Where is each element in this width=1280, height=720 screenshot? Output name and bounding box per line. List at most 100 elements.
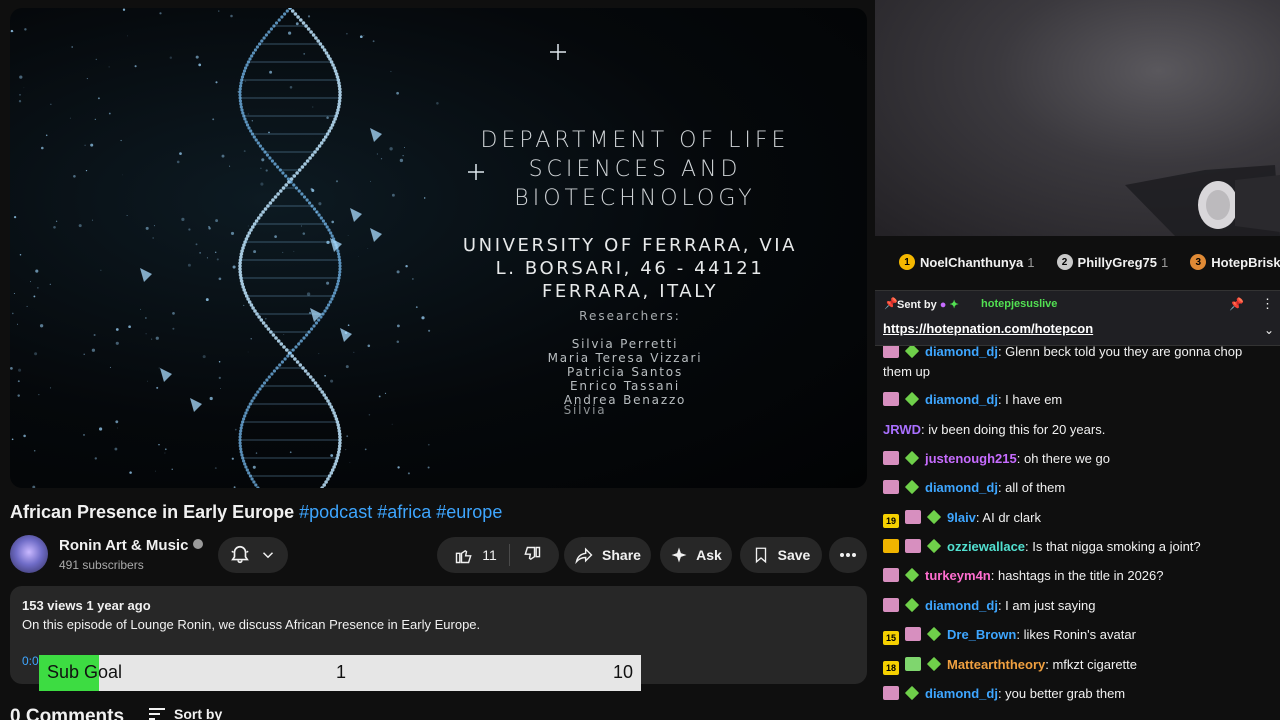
chat-username[interactable]: JRWD: [883, 422, 921, 437]
crown-badge-icon: [883, 539, 899, 553]
diamond-badge-icon: [904, 597, 920, 613]
researcher-name: Maria Teresa Vizzari: [547, 351, 703, 365]
verified-icon: [193, 539, 204, 549]
chat-message: diamond_dj: all of them: [883, 478, 1275, 498]
gift-leaderboard: 1 NoelChanthunya 1 2 PhillyGreg75 1 3 HotepBris…: [875, 248, 1280, 276]
thumbs-up-icon: [456, 549, 472, 564]
chat-username[interactable]: Mattearththeory: [947, 657, 1045, 672]
pinned-username[interactable]: hotepjesuslive: [981, 298, 1057, 310]
channel-name-text[interactable]: Ronin Art & Music: [59, 537, 188, 554]
ask-button[interactable]: Ask: [660, 537, 732, 573]
slide-line: FERRARA, ITALY: [541, 281, 719, 302]
chat-text: : I am just saying: [997, 598, 1096, 613]
video-title: African Presence in Early Europe #podcas…: [10, 502, 502, 523]
sort-by-label: Sort by: [174, 706, 223, 720]
chat-username[interactable]: diamond_dj: [925, 346, 998, 359]
diamond-badge-icon: [904, 479, 920, 495]
pinned-link[interactable]: https://hotepnation.com/hotepcon: [883, 321, 1093, 336]
chat-username[interactable]: diamond_dj: [925, 480, 998, 495]
chat-message: JRWD: iv been doing this for 20 years.: [883, 420, 1275, 440]
diamond-badge-icon: [904, 685, 920, 701]
chat-username[interactable]: diamond_dj: [925, 598, 998, 613]
diamond-badge-icon: [904, 450, 920, 466]
chat-username[interactable]: diamond_dj: [925, 686, 998, 701]
comments-count: 0 Comments: [10, 706, 125, 720]
pinned-user-badge-icon: ✦: [949, 299, 959, 311]
leaderboard-username: PhillyGreg75: [1077, 254, 1158, 270]
slide-researchers-label: Researchers:: [579, 309, 681, 323]
chat-username[interactable]: justenough215: [925, 451, 1017, 466]
chat-username[interactable]: diamond_dj: [925, 392, 998, 407]
chevron-down-icon: [262, 552, 274, 559]
sort-by-button[interactable]: Sort by: [148, 706, 222, 720]
bookmark-icon: [755, 547, 766, 564]
sub-months-badge-icon: 19: [883, 514, 899, 528]
gift-badge-icon: [883, 686, 899, 700]
diamond-badge-icon: [926, 626, 942, 642]
hashtag-link[interactable]: #africa: [377, 502, 431, 522]
leaderboard-count: 1: [1027, 254, 1035, 270]
more-vertical-icon[interactable]: ⋮: [1261, 296, 1274, 312]
gift-badge-icon: [883, 451, 899, 465]
leaderboard-entry[interactable]: 3HotepBrisketA: [1190, 254, 1280, 270]
chat-username[interactable]: turkeym4n: [925, 568, 991, 583]
channel-name[interactable]: Ronin Art & Music: [59, 537, 204, 554]
gift-badge-icon: [905, 510, 921, 524]
channel-avatar[interactable]: [10, 535, 48, 573]
chat-message: ozziewallace: Is that nigga smoking a jo…: [883, 537, 1275, 557]
chat-username[interactable]: 9laiv: [947, 510, 976, 525]
dislike-button[interactable]: [522, 545, 542, 565]
timestamp-link[interactable]: 0:0: [22, 654, 39, 668]
share-label: Share: [602, 547, 641, 563]
chat-message: 19 9laiv: AI dr clark: [883, 508, 1275, 528]
video-title-text: African Presence in Early Europe: [10, 502, 295, 522]
pinned-message[interactable]: 📌 Sent by ● ✦ hotepjesuslive https://hot…: [875, 290, 1280, 346]
unpin-icon[interactable]: 📌: [1229, 297, 1244, 311]
chevron-down-icon[interactable]: ⌄: [1264, 323, 1274, 337]
slide-line: DEPARTMENT OF LIFE: [480, 128, 790, 153]
chat-text: : Glenn beck told you they are gonna cho…: [997, 346, 1243, 359]
notification-bell-button[interactable]: [218, 537, 288, 573]
chat-message: diamond_dj: I have em: [883, 390, 1275, 410]
share-button[interactable]: Share: [564, 537, 651, 573]
more-actions-button[interactable]: [829, 537, 867, 573]
rank-badge-icon: 3: [1190, 254, 1207, 270]
chat-text-continued: them up: [883, 364, 930, 379]
diamond-badge-icon: [926, 509, 942, 525]
diamond-badge-icon: [904, 567, 920, 583]
sub-goal-target: 10: [612, 662, 633, 682]
save-button[interactable]: Save: [740, 537, 822, 573]
chat-text: : Is that nigga smoking a joint?: [1025, 539, 1201, 554]
video-player[interactable]: DEPARTMENT OF LIFE SCIENCES AND BIOTECHN…: [10, 8, 867, 488]
gift-badge-icon: [883, 346, 899, 358]
gift-badge-icon: [883, 568, 899, 582]
like-count: 11: [482, 547, 497, 563]
sparkle-icon: [671, 547, 687, 563]
like-divider: [508, 544, 510, 566]
chat-text: : you better grab them: [997, 686, 1126, 701]
chat-message: diamond_dj: Glenn beck told you they are…: [883, 346, 1275, 382]
hashtag-link[interactable]: #podcast: [299, 502, 372, 522]
bell-icon: [231, 545, 249, 564]
slide-line: UNIVERSITY OF FERRARA, VIA: [462, 235, 798, 256]
slide-line: L. BORSARI, 46 - 44121: [495, 258, 765, 279]
chat-text: : likes Ronin's avatar: [1016, 627, 1136, 642]
chat-message: diamond_dj: you better grab them: [883, 684, 1275, 704]
chat-text: : I have em: [997, 392, 1063, 407]
hashtag-link[interactable]: #europe: [436, 502, 502, 522]
leaderboard-count: 1: [1161, 254, 1169, 270]
leaderboard-entry[interactable]: 1 NoelChanthunya 1: [899, 254, 1035, 270]
slide-university: UNIVERSITY OF FERRARA, VIA L. BORSARI, 4…: [420, 234, 840, 303]
gift-badge-icon: [883, 392, 899, 406]
chat-text: : hashtags in the title in 2026?: [990, 568, 1164, 583]
chat-text: : all of them: [997, 480, 1066, 495]
sort-icon: [148, 707, 166, 720]
researcher-name: Silvia Perretti: [571, 337, 679, 351]
leaderboard-entry[interactable]: 2 PhillyGreg75 1: [1056, 254, 1169, 270]
like-button[interactable]: 11: [454, 545, 497, 565]
chat-username[interactable]: Dre_Brown: [947, 627, 1016, 642]
save-label: Save: [777, 547, 811, 563]
pinned-sent-by-label: Sent by ● ✦: [897, 298, 959, 311]
chat-message: turkeym4n: hashtags in the title in 2026…: [883, 566, 1275, 586]
chat-username[interactable]: ozziewallace: [947, 539, 1025, 554]
